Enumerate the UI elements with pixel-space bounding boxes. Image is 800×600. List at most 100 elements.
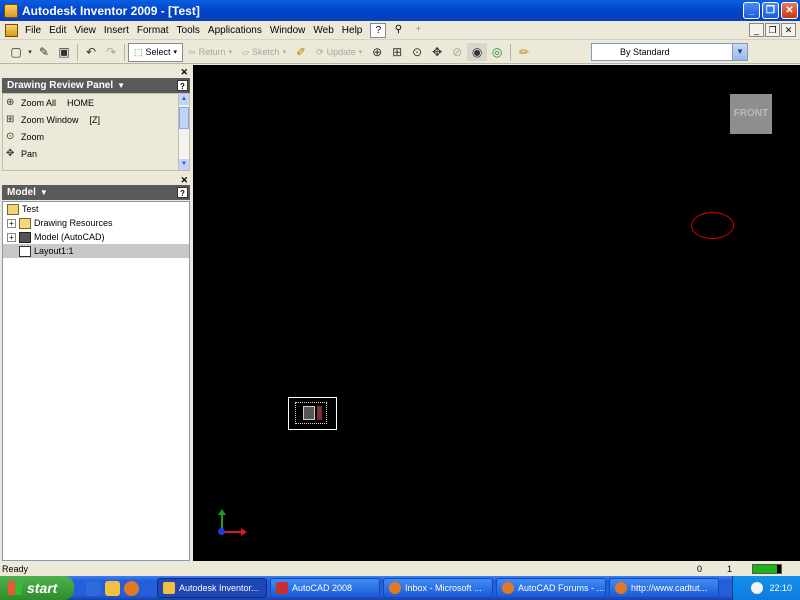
select-button[interactable]: ⬚ Select ▾: [128, 42, 184, 62]
chevron-down-icon: ▾: [282, 49, 287, 56]
doc-minimize-button[interactable]: _: [749, 23, 764, 37]
menu-format[interactable]: Format: [133, 25, 173, 36]
network-icon[interactable]: ⚲: [390, 23, 406, 38]
return-icon: ⇦: [188, 46, 196, 57]
scroll-up-icon[interactable]: ▲: [179, 94, 189, 105]
chevron-down-icon: ▾: [358, 49, 363, 56]
sketch-label: Sketch: [252, 47, 280, 57]
menu-applications[interactable]: Applications: [204, 25, 266, 36]
tree-node-drawing-resources[interactable]: + Drawing Resources: [3, 216, 189, 230]
start-button[interactable]: start: [0, 576, 74, 600]
minimize-button[interactable]: _: [743, 2, 760, 19]
scroll-down-icon[interactable]: ▼: [179, 159, 189, 170]
new-file-icon[interactable]: ▢: [6, 43, 26, 61]
document-icon[interactable]: [5, 23, 18, 37]
select-label: Select: [145, 47, 171, 57]
clock[interactable]: 22:10: [769, 583, 792, 593]
windows-logo-icon: [8, 581, 22, 595]
edit-icon[interactable]: ✐: [291, 43, 311, 61]
zoom-window-icon[interactable]: ⊞: [387, 43, 407, 61]
menu-insert[interactable]: Insert: [100, 25, 133, 36]
help-topics-icon[interactable]: ?: [370, 22, 387, 38]
redo-icon[interactable]: ↷: [101, 43, 121, 61]
menu-help[interactable]: Help: [338, 25, 367, 36]
status-count-a: 0: [697, 564, 703, 574]
viewcube[interactable]: FRONT: [730, 94, 772, 134]
expand-icon[interactable]: +: [7, 218, 16, 228]
review-panel-header[interactable]: Drawing Review Panel ▼ ?: [2, 78, 190, 93]
model-panel-header[interactable]: Model ▼ ?: [2, 185, 190, 200]
zoom-icon: ⊙: [6, 131, 15, 142]
menu-bar: File Edit View Insert Format Tools Appli…: [0, 21, 800, 40]
task-cadtutor[interactable]: http://www.cadtut...: [609, 578, 719, 598]
add-icon[interactable]: +: [410, 23, 426, 38]
undo-icon[interactable]: ↶: [81, 43, 101, 61]
look-at-icon[interactable]: ◎: [487, 43, 507, 61]
pan-icon[interactable]: ✥: [427, 43, 447, 61]
firefox-icon: [389, 582, 401, 594]
restore-button[interactable]: ❐: [762, 2, 779, 19]
tree-node-label: Layout1:1: [34, 246, 74, 256]
help-icon[interactable]: ?: [177, 80, 188, 91]
review-item-label: Zoom: [21, 131, 45, 142]
system-tray: 22:10: [732, 576, 800, 600]
layout-icon: [19, 245, 31, 257]
firefox-quicklaunch-icon[interactable]: [124, 580, 139, 596]
menu-web[interactable]: Web: [309, 25, 337, 36]
x-axis-arrow-tip: [241, 528, 247, 536]
status-text: Ready: [2, 564, 29, 574]
graphics-window[interactable]: FRONT: [193, 65, 800, 561]
scroll-thumb[interactable]: [179, 107, 189, 129]
task-label: AutoCAD 2008: [292, 583, 353, 593]
chevron-down-icon[interactable]: ▼: [732, 44, 747, 60]
new-dropdown-icon[interactable]: ▾: [26, 43, 34, 61]
shaded-display-icon[interactable]: ◉: [467, 43, 488, 61]
review-item-zoom[interactable]: ⊙ Zoom: [3, 128, 189, 145]
zoom-icon[interactable]: ⊙: [407, 43, 427, 61]
menu-window[interactable]: Window: [266, 25, 310, 36]
review-item-zoom-all[interactable]: ⊕ Zoom All HOME: [3, 94, 189, 111]
tree-node-model-autocad[interactable]: + Model (AutoCAD): [3, 230, 189, 244]
drawing-sheet-thumbnail[interactable]: [288, 397, 337, 430]
task-inventor[interactable]: Autodesk Inventor...: [157, 578, 267, 598]
zoom-selected-icon[interactable]: ⊘: [447, 43, 467, 61]
viewcube-face-label: FRONT: [733, 108, 769, 119]
menu-tools[interactable]: Tools: [173, 25, 204, 36]
task-inbox[interactable]: Inbox - Microsoft ...: [383, 578, 493, 598]
style-editor-icon[interactable]: ✏: [514, 43, 534, 61]
select-arrow-icon: ⬚: [134, 46, 143, 57]
inventor-app-icon[interactable]: [4, 3, 18, 18]
toolbar-divider: [124, 43, 125, 61]
task-autocad-forums[interactable]: AutoCAD Forums - ...: [496, 578, 606, 598]
close-button[interactable]: ✕: [781, 2, 798, 19]
folder-quicklaunch-icon[interactable]: [105, 580, 120, 596]
tree-node-layout1[interactable]: Layout1:1: [3, 244, 189, 258]
task-autocad[interactable]: AutoCAD 2008: [270, 578, 380, 598]
review-item-zoom-window[interactable]: ⊞ Zoom Window [Z]: [3, 111, 189, 128]
sketch-button[interactable]: ▱ Sketch ▾: [237, 43, 291, 62]
update-label: Update: [326, 47, 356, 57]
open-icon[interactable]: ✎: [34, 43, 54, 61]
menu-file[interactable]: File: [21, 25, 45, 36]
status-count-b: 1: [727, 564, 733, 574]
review-panel-close-icon[interactable]: ✕: [180, 67, 188, 78]
style-dropdown[interactable]: By Standard ▼: [591, 43, 748, 61]
doc-restore-button[interactable]: ❐: [765, 23, 780, 37]
expand-icon[interactable]: +: [7, 232, 16, 242]
menu-edit[interactable]: Edit: [45, 25, 70, 36]
volume-icon[interactable]: [751, 582, 764, 594]
save-icon[interactable]: ▣: [54, 43, 74, 61]
autocad-app-icon: [276, 582, 288, 594]
help-icon[interactable]: ?: [177, 187, 188, 198]
zoom-all-icon[interactable]: ⊕: [367, 43, 387, 61]
doc-close-button[interactable]: ✕: [781, 23, 796, 37]
update-button[interactable]: ⟳ Update ▾: [311, 43, 367, 62]
review-item-pan[interactable]: ✥ Pan: [3, 145, 189, 162]
tree-node-test[interactable]: Test: [3, 202, 189, 216]
review-panel-list: ⊕ Zoom All HOME ⊞ Zoom Window [Z] ⊙ Zoom…: [2, 93, 190, 171]
ie-quicklaunch-icon[interactable]: [86, 580, 101, 596]
chevron-down-icon: ▼: [117, 81, 126, 90]
return-button[interactable]: ⇦ Return ▾: [183, 43, 237, 62]
menu-view[interactable]: View: [70, 25, 100, 36]
review-panel-scrollbar[interactable]: ▲ ▼: [178, 94, 189, 170]
